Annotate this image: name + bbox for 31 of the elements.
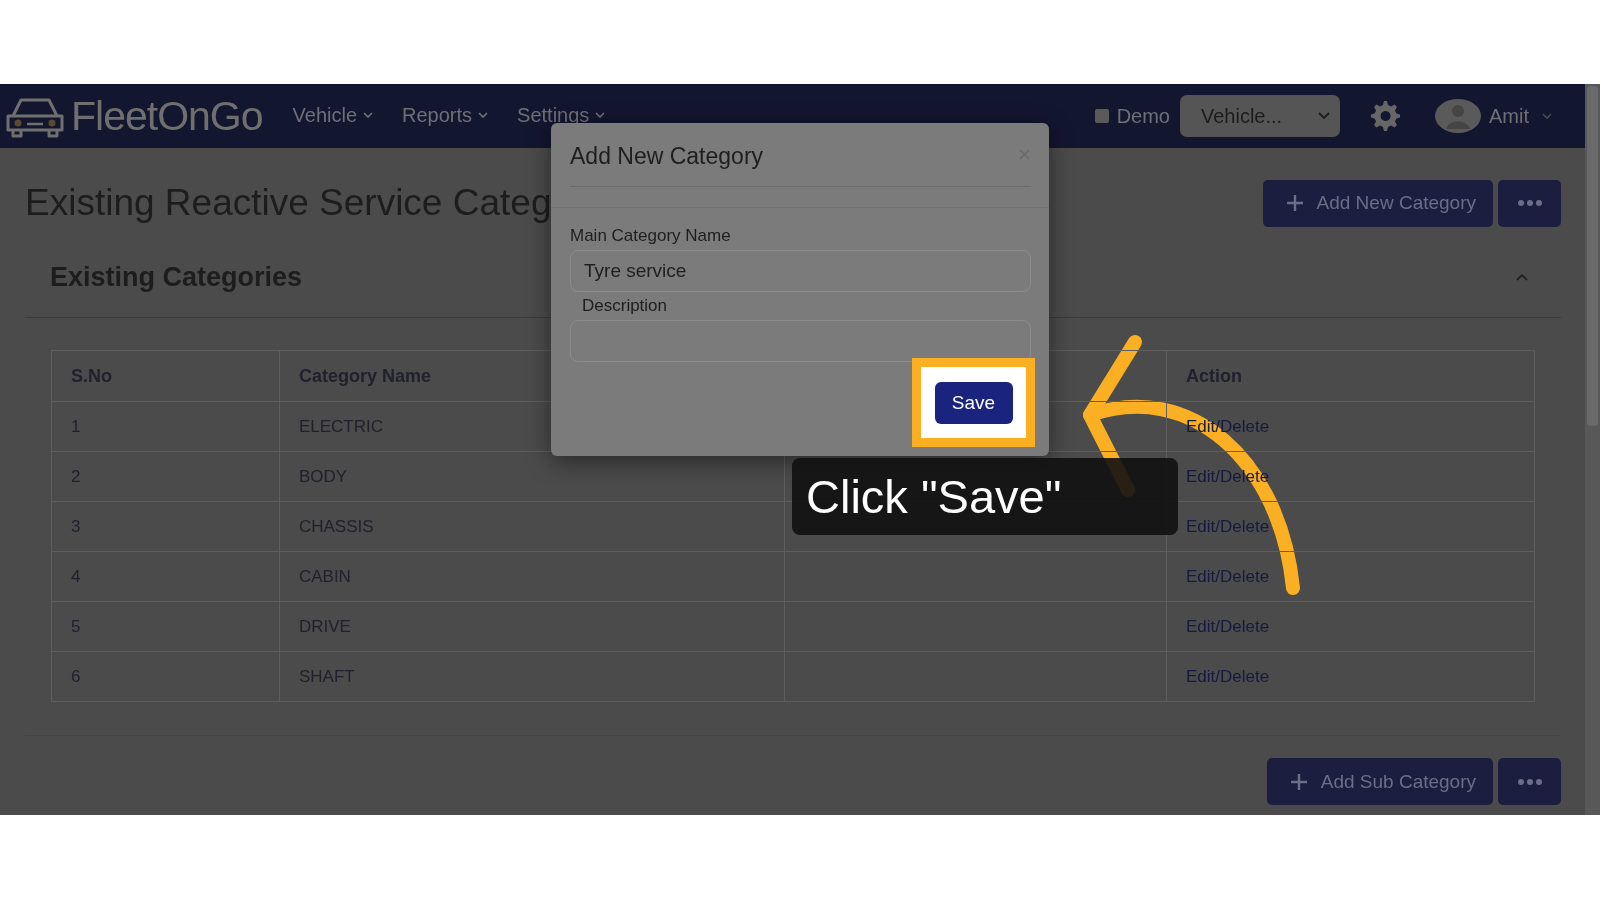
save-button[interactable]: Save <box>934 381 1013 424</box>
nav-menu-item[interactable]: Vehicle <box>292 103 375 127</box>
plus-icon <box>1284 193 1305 213</box>
settings-icon[interactable] <box>1370 100 1401 132</box>
chevron-up-icon[interactable] <box>1515 272 1529 283</box>
avatar-icon[interactable] <box>1435 99 1481 133</box>
chevron-down-icon <box>362 110 375 120</box>
name-field[interactable]: Tyre service <box>570 250 1031 292</box>
checkbox-label: Demo <box>1116 104 1170 128</box>
chevron-down-icon <box>594 110 607 120</box>
field-label: Description <box>581 296 669 316</box>
instruction-tooltip: Click "Save" <box>792 458 1178 535</box>
chevron-down-icon <box>1541 111 1553 121</box>
user-name[interactable]: Amit <box>1489 104 1529 128</box>
chevron-down-icon <box>1318 112 1330 120</box>
more-button[interactable] <box>1498 179 1561 227</box>
nav-menu-item[interactable]: Reports <box>402 103 490 127</box>
vehicle-select[interactable]: Vehicle... <box>1180 95 1340 137</box>
dialog-title: Add New Category <box>570 142 764 170</box>
chevron-down-icon <box>477 110 490 120</box>
more-icon <box>1516 777 1543 786</box>
demo-checkbox[interactable] <box>1094 109 1109 123</box>
app-logo-text: FleetOnGo <box>71 92 263 140</box>
scrollbar[interactable] <box>1585 84 1600 815</box>
more-icon <box>1516 199 1543 207</box>
field-label: Main Category Name <box>570 226 732 246</box>
plus-icon <box>1288 771 1309 792</box>
add-category-button[interactable]: Add New Category <box>1262 179 1493 227</box>
more-button[interactable] <box>1498 758 1561 805</box>
nav-menu-item[interactable]: Settings <box>517 103 607 127</box>
add-sub-category-button[interactable]: Add Sub Category <box>1266 758 1493 805</box>
